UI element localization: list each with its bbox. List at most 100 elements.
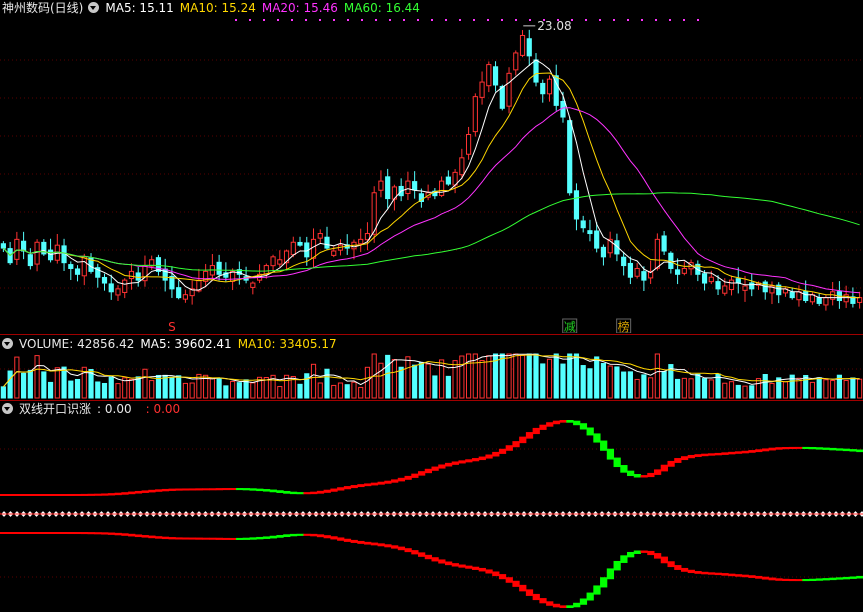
volume-bar-down xyxy=(101,382,108,399)
volume-bar-up xyxy=(722,382,728,399)
volume-bar-up xyxy=(189,382,195,399)
candle-down xyxy=(27,254,33,267)
lower-band-step xyxy=(532,593,540,601)
lower-band-step xyxy=(815,578,824,581)
upper-band-step xyxy=(47,494,55,496)
upper-band-step xyxy=(209,488,217,491)
upper-band-step xyxy=(748,450,756,453)
upper-band-step xyxy=(647,472,655,478)
volume-bar-down xyxy=(499,353,505,399)
collapse-icon[interactable] xyxy=(2,338,13,349)
lower-band-step xyxy=(33,532,41,534)
candle-up xyxy=(742,285,748,291)
candle-up xyxy=(722,285,728,294)
lower-band-step xyxy=(438,559,446,564)
lower-band-step xyxy=(20,532,28,534)
lower-band-step xyxy=(283,534,291,538)
candle-down xyxy=(701,273,708,284)
indicator-panel: 双线开口识涨: 0.00: 0.00 xyxy=(0,401,863,612)
upper-band-step xyxy=(438,464,446,469)
volume-bar-down xyxy=(540,363,546,399)
dot-marker xyxy=(389,19,391,21)
lower-band-step xyxy=(289,533,298,537)
lower-band-step xyxy=(552,603,561,608)
upper-band-step xyxy=(640,475,648,478)
lower-band-step xyxy=(128,533,136,537)
lower-band-step xyxy=(114,532,122,536)
lower-band-step xyxy=(13,532,21,534)
candle-down xyxy=(621,256,627,267)
upper-band-step xyxy=(101,493,109,496)
lower-band-step xyxy=(809,578,817,582)
volume-bar-down xyxy=(432,375,438,399)
candle-up xyxy=(681,267,687,274)
volume-bar-up xyxy=(331,384,337,399)
lower-band-step xyxy=(121,533,129,536)
upper-band-step xyxy=(229,488,237,491)
dot-marker xyxy=(445,19,447,21)
candlestick-chart[interactable]: 23.08S减榜财 xyxy=(0,0,863,333)
upper-band-step xyxy=(505,445,513,451)
volume-bar-up xyxy=(115,383,121,399)
candle-up xyxy=(459,157,465,176)
upper-band-step xyxy=(404,475,412,480)
volume-bar-down xyxy=(749,385,755,399)
lower-band-step xyxy=(47,532,55,534)
candle-up xyxy=(728,279,735,291)
upper-band-step xyxy=(74,493,82,496)
ma60-line xyxy=(3,192,860,272)
volume-bar-up xyxy=(337,382,344,399)
upper-band-step xyxy=(761,448,770,452)
dot-marker xyxy=(529,19,531,21)
upper-band-step xyxy=(836,448,844,451)
upper-band-step xyxy=(6,494,14,496)
lower-band-step xyxy=(579,598,588,605)
volume-bar-up xyxy=(128,378,135,399)
candle-up xyxy=(81,256,87,277)
upper-band-step xyxy=(67,493,75,496)
upper-band-step xyxy=(20,494,28,496)
volume-bar-down xyxy=(762,374,768,399)
candle-down xyxy=(492,66,499,86)
upper-band-step xyxy=(182,488,190,491)
lower-band-step xyxy=(397,546,406,551)
candle-down xyxy=(789,291,795,299)
candle-down xyxy=(580,220,586,229)
dot-marker xyxy=(459,19,461,21)
upper-band-step xyxy=(627,470,635,477)
upper-band-step xyxy=(310,491,318,495)
lower-band-step xyxy=(761,576,770,580)
lower-band-step xyxy=(343,538,352,542)
candle-down xyxy=(21,240,27,252)
dot-marker xyxy=(319,19,321,21)
upper-band-step xyxy=(350,485,358,489)
upper-band-step xyxy=(175,488,183,491)
candle-up xyxy=(465,134,472,155)
candle-up xyxy=(277,259,283,265)
lower-band-step xyxy=(519,584,527,592)
lower-band-step xyxy=(26,532,35,534)
stock-title: 神州数码(日线) xyxy=(2,1,84,15)
volume-bar-down xyxy=(418,361,424,399)
candle-up xyxy=(634,267,640,277)
upper-band-step xyxy=(674,458,682,463)
dot-marker xyxy=(641,19,643,21)
lower-band-step xyxy=(209,537,217,540)
indicator-chart[interactable] xyxy=(0,401,863,612)
ma-label-0: MA5: 15.11 xyxy=(105,1,174,15)
lower-band-step xyxy=(107,532,116,535)
volume-bar-up xyxy=(405,356,411,399)
collapse-icon[interactable] xyxy=(88,2,100,13)
collapse-icon[interactable] xyxy=(2,403,13,414)
upper-band-step xyxy=(40,494,48,496)
volume-bar-up xyxy=(317,382,323,399)
lower-band-step xyxy=(586,592,594,601)
upper-band-step xyxy=(694,454,702,457)
volume-bar-up xyxy=(250,382,256,399)
lower-band-step xyxy=(485,569,493,574)
volume-bar-down xyxy=(526,353,532,399)
upper-band-step xyxy=(134,490,143,494)
upper-band-step xyxy=(768,447,776,451)
upper-band-step xyxy=(337,487,345,491)
volume-bar-up xyxy=(34,355,40,399)
